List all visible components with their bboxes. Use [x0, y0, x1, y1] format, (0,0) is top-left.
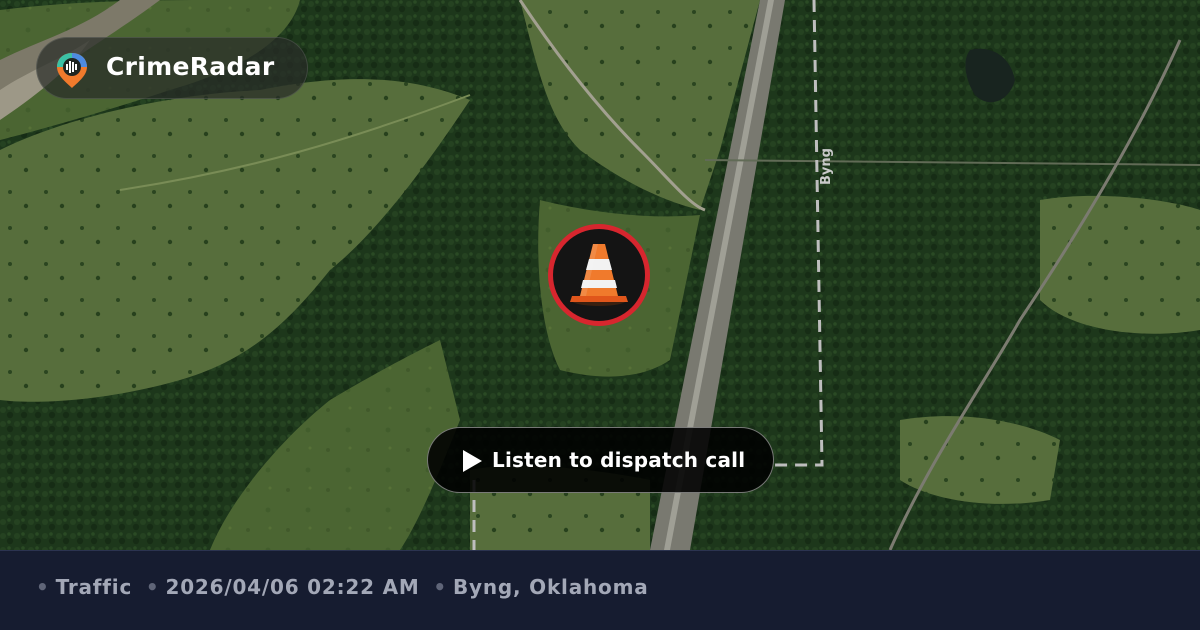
- listen-label: Listen to dispatch call: [492, 448, 746, 472]
- separator-dot: •: [145, 575, 160, 599]
- incident-datetime: 2026/04/06 02:22 AM: [165, 575, 420, 599]
- play-icon: [463, 450, 482, 472]
- listen-dispatch-button[interactable]: Listen to dispatch call: [427, 427, 774, 493]
- traffic-cone-icon: [548, 224, 650, 326]
- separator-dot: •: [433, 575, 447, 599]
- radar-pin-icon: [57, 53, 87, 88]
- incident-category: Traffic: [55, 575, 133, 599]
- brand-badge[interactable]: CrimeRadar: [36, 37, 308, 99]
- incident-details: • Traffic • 2026/04/06 02:22 AM • Byng, Okl…: [36, 575, 655, 599]
- separator-dot: •: [36, 575, 50, 599]
- incident-location: Byng, Oklahoma: [452, 575, 649, 599]
- incident-marker[interactable]: [546, 222, 652, 328]
- incident-footer: • Traffic • 2026/04/06 02:22 AM • Byng, Okl…: [0, 550, 1200, 630]
- brand-name: CrimeRadar: [106, 52, 275, 81]
